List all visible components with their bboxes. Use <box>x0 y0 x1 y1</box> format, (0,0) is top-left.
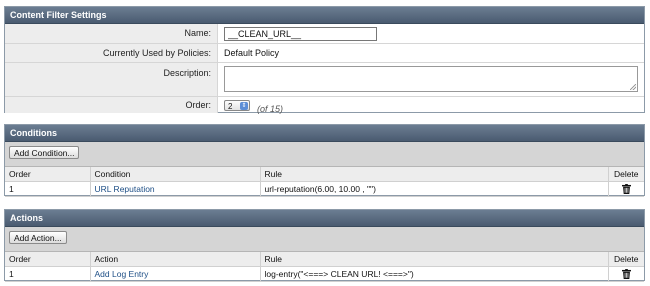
row-order: 1 <box>5 266 91 282</box>
used-by-row: Currently Used by Policies: Default Poli… <box>5 44 644 63</box>
table-row: 1 Add Log Entry log-entry("<===> CLEAN U… <box>5 266 644 282</box>
conditions-table: Order Condition Rule Delete 1 URL Reputa… <box>5 167 644 197</box>
row-rule: url-reputation(6.00, 10.00 , "") <box>259 181 609 197</box>
description-row: Description: <box>5 63 644 97</box>
used-by-value: Default Policy <box>224 48 280 58</box>
row-order: 1 <box>5 181 91 197</box>
name-field[interactable] <box>224 27 377 41</box>
description-field[interactable] <box>224 66 638 92</box>
column-action: Action <box>89 252 261 267</box>
actions-table: Order Action Rule Delete 1 Add Log Entry… <box>5 252 644 282</box>
conditions-header: Conditions <box>5 125 644 142</box>
actions-toolbar: Add Action... <box>5 227 644 252</box>
table-header-row: Order Action Rule Delete <box>5 252 644 267</box>
order-label: Order: <box>5 97 218 113</box>
order-total: (of 15) <box>257 104 284 114</box>
up-down-arrows-icon: ⇕ <box>240 102 248 110</box>
conditions-panel: Conditions Add Condition... Order Condit… <box>4 124 645 197</box>
add-action-button[interactable]: Add Action... <box>9 231 67 244</box>
actions-header: Actions <box>5 210 644 227</box>
condition-link[interactable]: URL Reputation <box>89 181 261 197</box>
column-delete: Delete <box>607 252 644 267</box>
column-delete: Delete <box>607 167 644 182</box>
delete-cell <box>607 266 644 282</box>
content-filter-settings-panel: Content Filter Settings Name: Currently … <box>4 6 645 114</box>
table-row: 1 URL Reputation url-reputation(6.00, 10… <box>5 181 644 197</box>
table-header-row: Order Condition Rule Delete <box>5 167 644 182</box>
delete-cell <box>607 181 644 197</box>
description-label: Description: <box>5 63 218 96</box>
used-by-label: Currently Used by Policies: <box>5 44 218 62</box>
settings-header: Content Filter Settings <box>5 7 644 24</box>
add-condition-button[interactable]: Add Condition... <box>9 146 80 159</box>
name-row: Name: <box>5 24 644 44</box>
actions-panel: Actions Add Action... Order Action Rule … <box>4 209 645 282</box>
column-order: Order <box>5 252 91 267</box>
trash-icon[interactable] <box>621 269 631 280</box>
column-rule: Rule <box>259 252 609 267</box>
row-rule: log-entry("<===> CLEAN URL! <===>") <box>259 266 609 282</box>
name-label: Name: <box>5 24 218 43</box>
column-order: Order <box>5 167 91 182</box>
order-row: Order: 2 ⇕ (of 15) <box>5 97 644 114</box>
column-condition: Condition <box>89 167 261 182</box>
action-link[interactable]: Add Log Entry <box>89 266 261 282</box>
resize-grip-icon[interactable] <box>630 84 636 90</box>
order-value: 2 <box>228 102 233 111</box>
order-select[interactable]: 2 ⇕ <box>224 100 250 111</box>
conditions-toolbar: Add Condition... <box>5 142 644 167</box>
column-rule: Rule <box>259 167 609 182</box>
trash-icon[interactable] <box>621 184 631 195</box>
